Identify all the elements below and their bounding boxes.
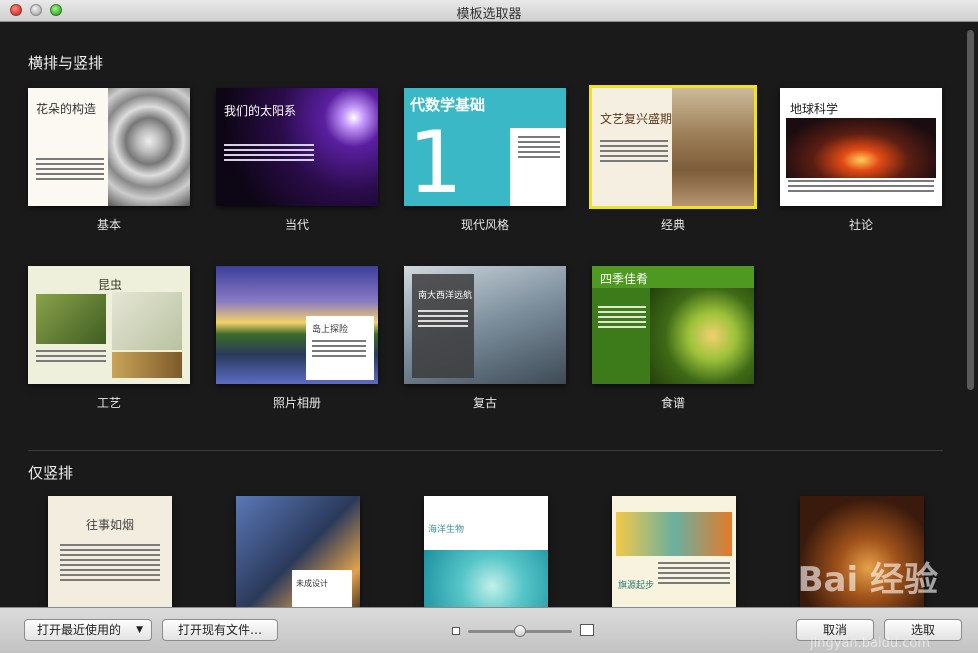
section-divider: [28, 450, 943, 451]
card-title: 往事如烟: [86, 518, 135, 532]
portrait-card-architecture[interactable]: 未成设计: [236, 496, 360, 607]
card-text-block: [224, 144, 314, 164]
title-bar: 模板选取器: [0, 0, 978, 22]
vertical-scrollbar[interactable]: [967, 30, 974, 390]
card-text-block: [60, 544, 160, 584]
template-card-classic[interactable]: 文艺复兴盛期: [589, 85, 757, 209]
bottom-toolbar: 打开最近使用的 ▼ 打开现有文件… 取消 选取 jingyan.baidu.co…: [0, 607, 978, 653]
template-card-photo-album[interactable]: 岛上探险: [216, 266, 378, 384]
large-thumbnail-icon[interactable]: [580, 624, 594, 636]
card-text-block: [36, 350, 106, 365]
template-card-editorial[interactable]: 地球科学: [780, 88, 942, 206]
bark-image: [112, 352, 182, 378]
card-title: 四季佳肴: [600, 272, 649, 286]
town-illustration: [616, 512, 732, 556]
caption-panel: 南大西洋远航: [412, 274, 474, 378]
caption-panel: 未成设计: [292, 570, 352, 607]
portrait-card-memoir[interactable]: 往事如烟: [48, 496, 172, 607]
template-label-craft: 工艺: [96, 396, 121, 410]
template-label-classic: 经典: [660, 218, 685, 232]
open-existing-button[interactable]: 打开现有文件…: [162, 619, 278, 641]
window-title: 模板选取器: [456, 7, 522, 22]
template-label-photo-album: 照片相册: [272, 396, 321, 410]
template-card-craft[interactable]: 昆虫: [28, 266, 190, 384]
card-title: 我们的太阳系: [224, 104, 297, 118]
template-card-recipe[interactable]: 四季佳肴: [592, 266, 754, 384]
chevron-down-icon: ▼: [136, 625, 143, 635]
flower-photo: [108, 88, 190, 206]
template-label-modern: 现代风格: [460, 218, 509, 232]
template-gallery: 横排与竖排 花朵的构造 基本 我们的太阳系 当代 代数学基础 1 现代风格 文艺…: [0, 22, 978, 607]
card-title: 花朵的构造: [36, 102, 97, 116]
small-thumbnail-icon[interactable]: [452, 627, 460, 635]
caption-panel: 岛上探险: [306, 316, 374, 380]
open-recent-label: 打开最近使用的: [37, 623, 122, 637]
template-label-recipe: 食谱: [660, 396, 685, 410]
big-numeral: 1: [408, 113, 463, 206]
template-label-editorial: 社论: [848, 218, 873, 232]
card-title: 岛上探险: [312, 325, 349, 335]
card-text-block: [658, 562, 730, 587]
card-title: 旗源起步: [618, 581, 655, 591]
card-title: 代数学基础: [410, 96, 486, 114]
card-text-block: [36, 158, 104, 183]
card-text-block: [598, 306, 646, 331]
watermark-url: jingyan.baidu.com: [810, 636, 930, 651]
watermark-logo: Bai 经验: [797, 560, 938, 600]
volcano-image: [786, 118, 936, 178]
template-label-vintage: 复古: [472, 396, 497, 410]
turtle-photo: [424, 550, 548, 607]
template-card-basic[interactable]: 花朵的构造: [28, 88, 190, 206]
zoom-slider-knob[interactable]: [514, 625, 526, 637]
template-card-contemporary[interactable]: 我们的太阳系: [216, 88, 378, 206]
card-text-block: [788, 180, 934, 195]
template-label-basic: 基本: [96, 218, 121, 232]
card-title: 海洋生物: [428, 525, 465, 535]
card-text-block: [418, 310, 468, 330]
card-title: 地球科学: [790, 102, 839, 116]
portrait-card-marine[interactable]: 海洋生物: [424, 496, 548, 607]
section-heading-portrait: 仅竖排: [28, 464, 74, 482]
template-card-vintage[interactable]: 南大西洋远航: [404, 266, 566, 384]
card-text-block: [518, 136, 560, 161]
template-card-modern[interactable]: 代数学基础 1: [404, 88, 566, 206]
template-label-contemporary: 当代: [284, 218, 309, 232]
fresco-image: [672, 88, 754, 206]
section-heading-landscape: 横排与竖排: [28, 54, 104, 72]
open-recent-button[interactable]: 打开最近使用的 ▼: [24, 619, 152, 641]
food-photo: [650, 288, 754, 384]
card-title: 未成设计: [296, 579, 328, 588]
card-text-block: [312, 340, 366, 360]
card-text-block: [600, 140, 668, 165]
card-title: 南大西洋远航: [418, 291, 473, 301]
card-title: 昆虫: [98, 278, 123, 292]
fern-image: [36, 294, 106, 344]
card-title: 文艺复兴盛期: [600, 112, 673, 126]
portrait-card-illustrated[interactable]: 旗源起步: [612, 496, 736, 607]
zoom-slider[interactable]: [468, 625, 572, 637]
dragonfly-image: [112, 292, 182, 350]
